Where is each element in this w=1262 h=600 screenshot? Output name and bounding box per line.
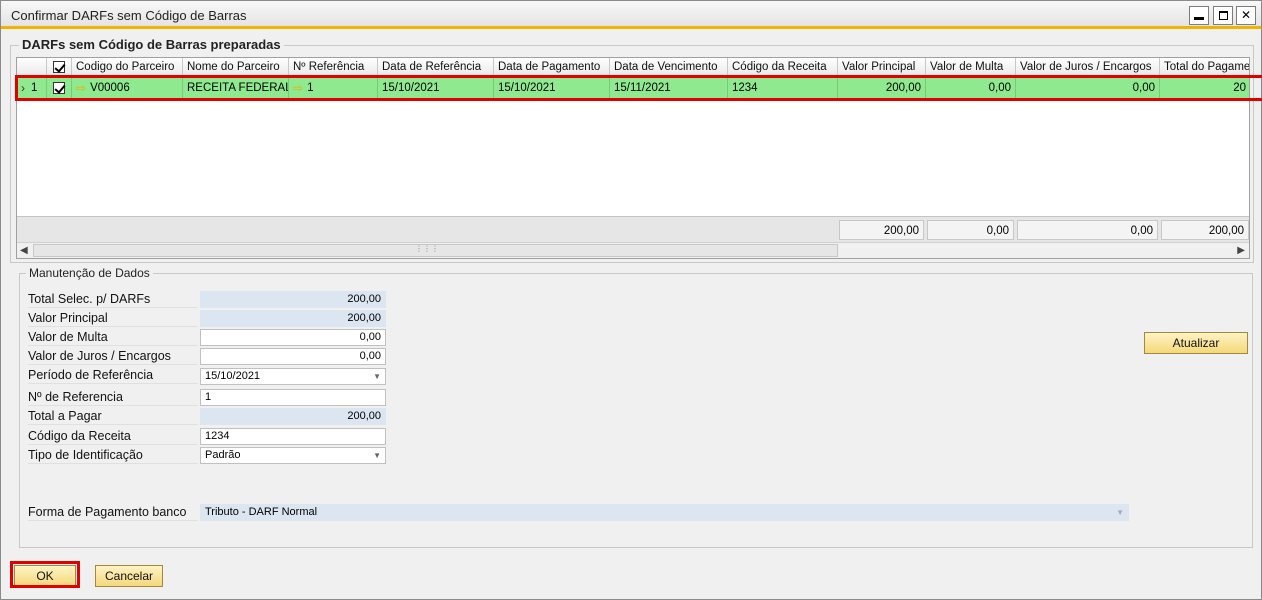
forma-pagamento-field: Tributo - DARF Normal ▼: [200, 504, 1129, 521]
col-nome-parceiro[interactable]: Nome do Parceiro: [183, 58, 289, 76]
valor-multa-field[interactable]: 0,00: [200, 329, 386, 346]
col-valor-juros[interactable]: Valor de Juros / Encargos: [1016, 58, 1160, 76]
forma-pagamento-label: Forma de Pagamento banco: [28, 503, 198, 521]
tipo-ident-dropdown[interactable]: Padrão ▼: [200, 447, 386, 464]
scroll-right-icon[interactable]: ▶: [1237, 243, 1245, 258]
col-data-pagamento[interactable]: Data de Pagamento: [494, 58, 610, 76]
highlighted-row-box: [15, 75, 1262, 101]
tipo-ident-value: Padrão: [205, 449, 241, 461]
col-codigo-receita[interactable]: Código da Receita: [728, 58, 838, 76]
referencia-field[interactable]: 1: [200, 389, 386, 406]
row-header-column: [17, 58, 47, 76]
total-valor-multa: 0,00: [927, 220, 1014, 240]
periodo-label: Período de Referência: [28, 366, 198, 384]
valor-juros-field[interactable]: 0,00: [200, 348, 386, 365]
totals-row: 200,00 0,00 0,00 200,00: [17, 216, 1249, 242]
forma-pagamento-value: Tributo - DARF Normal: [205, 506, 318, 518]
title-bar: Confirmar DARFs sem Código de Barras ✕: [1, 1, 1261, 29]
minimize-icon: [1194, 17, 1204, 20]
horizontal-scrollbar[interactable]: ◀ ⋮⋮⋮ ▶: [17, 242, 1249, 258]
col-data-vencimento[interactable]: Data de Vencimento: [610, 58, 728, 76]
valor-principal-field: 200,00: [200, 310, 386, 327]
col-total-pagamento[interactable]: Total do Pagamen: [1160, 58, 1249, 76]
chevron-down-icon: ▼: [1116, 508, 1124, 517]
referencia-label: Nº de Referencia: [28, 388, 198, 406]
minimize-button[interactable]: [1189, 6, 1209, 25]
cancel-button[interactable]: Cancelar: [95, 565, 163, 587]
dialog-window: Confirmar DARFs sem Código de Barras ✕ D…: [0, 0, 1262, 600]
codigo-receita-field[interactable]: 1234: [200, 428, 386, 445]
select-all-column[interactable]: [47, 58, 72, 76]
col-data-referencia[interactable]: Data de Referência: [378, 58, 494, 76]
atualizar-button[interactable]: Atualizar: [1144, 332, 1248, 354]
valor-principal-label: Valor Principal: [28, 309, 198, 327]
ok-highlight-box: [10, 561, 80, 588]
tipo-ident-label: Tipo de Identificação: [28, 446, 198, 464]
maximize-button[interactable]: [1213, 6, 1233, 25]
total-valor-principal: 200,00: [839, 220, 924, 240]
total-pagar-label: Total a Pagar: [28, 407, 198, 425]
col-valor-multa[interactable]: Valor de Multa: [926, 58, 1016, 76]
valor-juros-label: Valor de Juros / Encargos: [28, 347, 198, 365]
col-referencia[interactable]: Nº Referência: [289, 58, 378, 76]
select-all-checkbox[interactable]: [53, 60, 65, 73]
chevron-down-icon[interactable]: ▼: [373, 369, 381, 384]
total-pagar-field: 200,00: [200, 408, 386, 425]
total-selec-label: Total Selec. p/ DARFs: [28, 290, 198, 308]
maximize-icon: [1219, 11, 1228, 20]
valor-multa-label: Valor de Multa: [28, 328, 198, 346]
codigo-receita-label: Código da Receita: [28, 427, 198, 445]
window-title: Confirmar DARFs sem Código de Barras: [11, 8, 247, 23]
total-selec-field: 200,00: [200, 291, 386, 308]
col-codigo-parceiro[interactable]: Codigo do Parceiro: [72, 58, 183, 76]
col-valor-principal[interactable]: Valor Principal: [838, 58, 926, 76]
manutencao-group-title: Manutenção de Dados: [26, 266, 153, 280]
periodo-dropdown[interactable]: 15/10/2021 ▼: [200, 368, 386, 385]
darfs-group-title: DARFs sem Código de Barras preparadas: [19, 37, 284, 52]
periodo-value: 15/10/2021: [205, 370, 261, 382]
close-button[interactable]: ✕: [1236, 6, 1256, 25]
scroll-left-icon[interactable]: ◀: [20, 243, 28, 258]
chevron-down-icon[interactable]: ▼: [373, 448, 381, 463]
close-icon: ✕: [1240, 8, 1252, 22]
total-pagamento: 200,00: [1161, 220, 1249, 240]
total-valor-juros: 0,00: [1017, 220, 1158, 240]
scroll-grip-icon: ⋮⋮⋮: [415, 244, 439, 253]
